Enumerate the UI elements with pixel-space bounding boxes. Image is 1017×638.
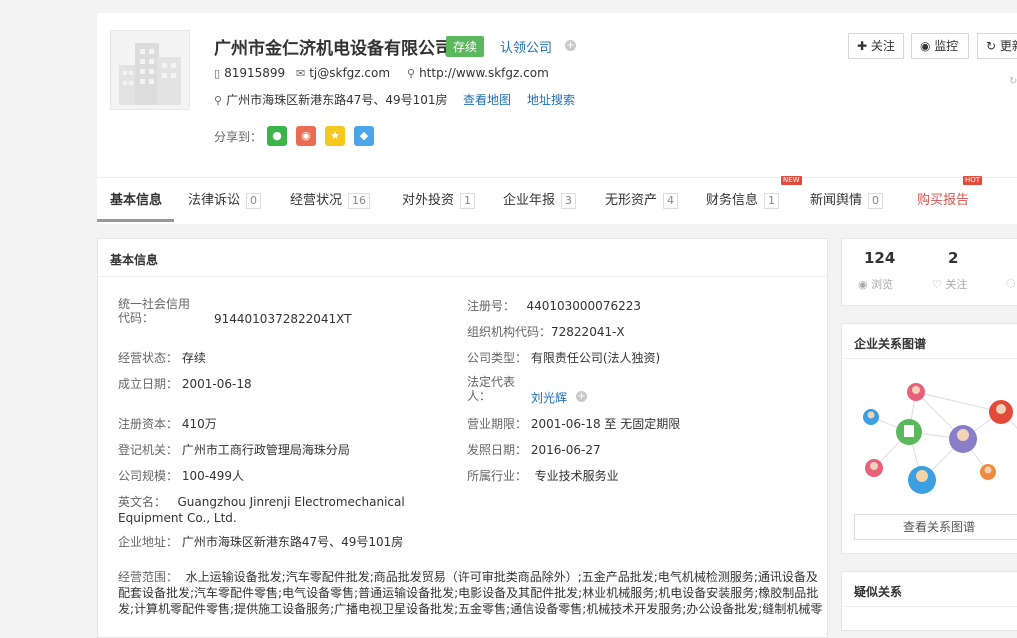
org-code-field: 组织机构代码：72822041-X: [467, 325, 625, 339]
views-count: 124: [864, 249, 896, 267]
view-map-link[interactable]: 查看地图: [463, 91, 511, 108]
website-url[interactable]: http://www.skfgz.com: [419, 66, 549, 80]
tab-buy-report[interactable]: 购买报告: [917, 189, 969, 208]
location-pin-icon: ⚲: [214, 94, 223, 107]
active-tab-indicator: [97, 219, 174, 222]
tab-count: 1: [460, 193, 476, 209]
share-label: 分享到：: [214, 130, 263, 144]
status-badge: 存续: [446, 36, 485, 57]
scale-field: 公司规模： 100-499人: [118, 469, 244, 483]
en-name-continued: Equipment Co., Ltd.: [118, 511, 237, 525]
eye-icon: ◉: [858, 278, 872, 291]
industry-field: 所属行业： 专业技术服务业: [467, 469, 619, 483]
views-label: ◉ 浏览: [858, 278, 894, 291]
tab-count: 1: [764, 193, 780, 209]
claim-company-link[interactable]: 认领公司: [500, 37, 552, 56]
plus-icon[interactable]: +: [565, 40, 576, 51]
reg-no-field: 注册号： 440103000076223: [467, 299, 641, 313]
tab-operations[interactable]: 经营状况 16: [290, 189, 371, 209]
hot-badge: HOT: [963, 176, 983, 185]
phone-number: 81915899: [224, 66, 286, 80]
legal-rep-link[interactable]: 刘光辉: [531, 389, 567, 406]
refresh-icon: ↻: [986, 39, 1000, 53]
website-info: ⚲ http://www.skfgz.com: [407, 66, 549, 80]
address-field: 企业地址： 广州市海珠区新港东路47号、49号101房: [118, 535, 404, 549]
divider: [842, 606, 1017, 607]
tab-news[interactable]: 新闻舆情 0: [810, 189, 884, 209]
mail-icon: ✉: [296, 67, 306, 80]
tab-count: 16: [348, 193, 371, 209]
authority-field: 登记机关： 广州市工商行政管理局海珠分局: [118, 443, 350, 457]
plus-icon: ✚: [857, 39, 871, 53]
similar-relations-panel: [841, 571, 1017, 631]
credit-code-value: 9144010372822041XT: [214, 312, 352, 326]
follows-label: ♡ 关注: [932, 278, 968, 291]
similar-title: 疑似关系: [854, 585, 903, 599]
company-name: 广州市金仁济机电设备有限公司: [214, 39, 452, 59]
term-field: 营业期限： 2001-06-18 至 无固定期限: [467, 417, 681, 431]
tab-count: 0: [246, 193, 262, 209]
tab-count: 4: [663, 193, 679, 209]
eye-icon: ◉: [920, 39, 935, 53]
tab-financial[interactable]: 财务信息 1: [706, 189, 780, 209]
refresh-button[interactable]: ↻ 更新: [977, 33, 1017, 59]
share-arrow-icon[interactable]: ↻: [1009, 76, 1017, 87]
capital-field: 注册资本： 410万: [118, 417, 217, 431]
email-address[interactable]: tj@skfgz.com: [309, 66, 390, 80]
tab-count: 0: [868, 193, 884, 209]
legal-rep-label: 法定代表人：: [467, 375, 516, 403]
phone-icon: ▯: [214, 67, 221, 80]
tab-annual-reports[interactable]: 企业年报 3: [503, 189, 577, 209]
company-logo: [110, 30, 190, 110]
tab-intangible-assets[interactable]: 无形资产 4: [605, 189, 679, 209]
issue-date-field: 发照日期： 2016-06-27: [467, 443, 601, 457]
tab-investments[interactable]: 对外投资 1: [402, 189, 476, 209]
heart-icon: ♡: [932, 278, 946, 291]
view-relation-graph-button[interactable]: 查看关系图谱: [854, 514, 1017, 540]
monitor-button[interactable]: ◉ 监控: [911, 33, 969, 59]
scope-line-3: 发;计算机零配件零售;提供施工设备服务;广播电视卫星设备批发;五金零售;通信设备…: [118, 602, 823, 616]
tab-legal[interactable]: 法律诉讼 0: [188, 189, 262, 209]
link-icon: ⚲: [407, 67, 416, 80]
scope-line-2: 配套设备批发;汽车零配件零售;电气设备零售;普通运输设备批发;电影设备及其配件批…: [118, 586, 819, 600]
graph-title: 企业关系图谱: [854, 337, 927, 351]
address-text: 广州市海珠区新港东路47号、49号101房: [226, 93, 448, 107]
qq-share-icon[interactable]: ◆: [354, 126, 374, 146]
credit-code-label: 统一社会信用代码：: [118, 297, 191, 325]
en-name-field: 英文名： Guangzhou Jinrenji Electromechanica…: [118, 495, 405, 509]
follow-button[interactable]: ✚ 关注: [848, 33, 904, 59]
phone-info: ▯ 81915899: [214, 66, 285, 80]
qzone-share-icon[interactable]: ★: [325, 126, 345, 146]
tab-count: 3: [561, 193, 577, 209]
comment-icon[interactable]: ◌: [1006, 276, 1016, 289]
est-date-field: 成立日期： 2001-06-18: [118, 377, 252, 391]
status-field: 经营状态： 存续: [118, 351, 206, 365]
weibo-share-icon[interactable]: ◉: [296, 126, 316, 146]
plus-icon[interactable]: +: [576, 391, 587, 402]
divider: [842, 358, 1017, 359]
new-badge: NEW: [781, 176, 802, 185]
email-info: ✉ tj@skfgz.com: [296, 66, 390, 80]
follows-count: 2: [948, 249, 959, 267]
relation-graph[interactable]: [846, 372, 1017, 502]
divider: [98, 276, 827, 277]
address-search-link[interactable]: 地址搜索: [527, 91, 575, 108]
wechat-share-icon[interactable]: ●: [267, 126, 287, 146]
tab-basic-info[interactable]: 基本信息: [110, 189, 162, 208]
scope-field: 经营范围： 水上运输设备批发;汽车零配件批发;商品批发贸易（许可审批类商品除外）…: [118, 570, 818, 584]
address-info: ⚲ 广州市海珠区新港东路47号、49号101房: [214, 91, 448, 108]
panel-title: 基本信息: [110, 253, 159, 267]
company-type-field: 公司类型： 有限责任公司(法人独资): [467, 351, 661, 365]
